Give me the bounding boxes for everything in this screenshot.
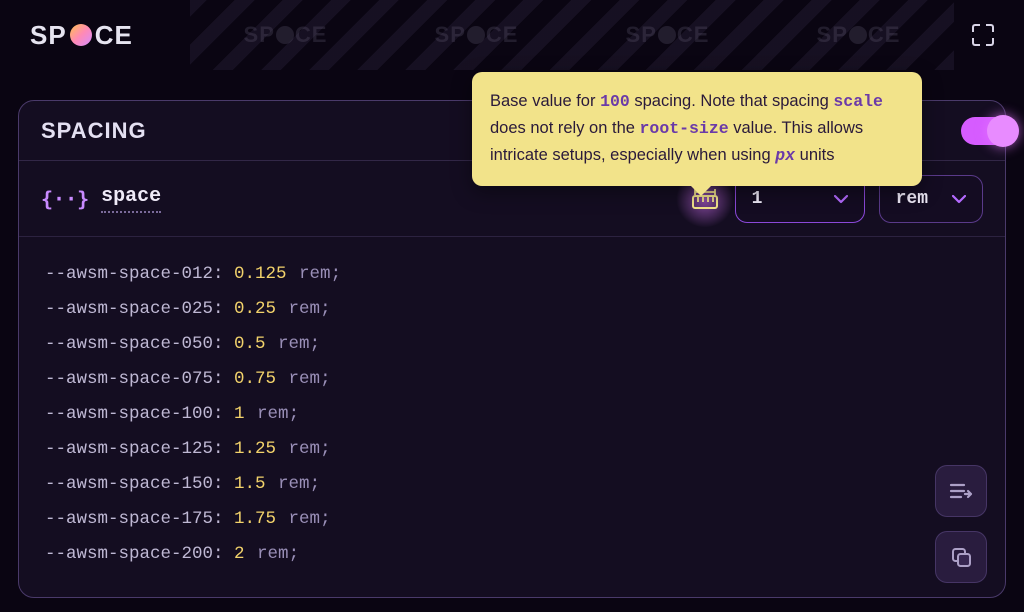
chevron-down-icon [834,195,848,203]
token-line: --awsm-space-075: 0.75 rem; [45,362,979,397]
brand-suffix: CE [95,20,133,51]
brand-logo[interactable]: SP CE [30,20,133,51]
copy-button[interactable] [935,531,987,583]
token-value: 2 [234,544,245,564]
brand-dot-icon [70,24,92,46]
token-unit: rem [268,474,310,494]
token-unit: rem [268,334,310,354]
panel-title: SPACING [41,118,147,144]
token-unit: rem [278,299,320,319]
token-unit: rem [278,439,320,459]
token-unit: rem [289,264,331,284]
token-name: --awsm-space-025: [45,299,234,319]
token-unit: rem [278,369,320,389]
token-name: --awsm-space-050: [45,334,234,354]
side-actions [935,465,987,583]
token-name: --awsm-space-125: [45,439,234,459]
export-button[interactable] [935,465,987,517]
token-value: 1.75 [234,509,276,529]
token-name: --awsm-space-012: [45,264,234,284]
unit-text: rem [896,189,928,209]
brand-prefix: SP [30,20,67,51]
token-name: --awsm-space-075: [45,369,234,389]
token-value: 1 [234,404,245,424]
token-value: 0.125 [234,264,287,284]
braces-icon: {··} [41,187,89,211]
copy-icon [950,546,972,568]
base-value-text: 1 [752,189,763,209]
token-line: --awsm-space-175: 1.75 rem; [45,502,979,537]
token-name: --awsm-space-175: [45,509,234,529]
token-name: --awsm-space-100: [45,404,234,424]
token-name: --awsm-space-200: [45,544,234,564]
code-output: --awsm-space-012: 0.125 rem;--awsm-space… [19,237,1005,592]
token-value: 0.25 [234,299,276,319]
token-unit: rem [278,509,320,529]
token-value: 0.5 [234,334,266,354]
token-line: --awsm-space-025: 0.25 rem; [45,292,979,327]
token-value: 0.75 [234,369,276,389]
token-name-input[interactable]: space [101,185,161,213]
token-value: 1.5 [234,474,266,494]
token-line: --awsm-space-100: 1 rem; [45,397,979,432]
export-icon [949,481,973,501]
token-line: --awsm-space-050: 0.5 rem; [45,327,979,362]
chevron-down-icon [952,195,966,203]
token-value: 1.25 [234,439,276,459]
base-value-tooltip: Base value for 100 spacing. Note that sp… [472,72,922,186]
token-unit: rem [247,404,289,424]
panel-toggle[interactable] [961,117,1017,145]
token-line: --awsm-space-012: 0.125 rem; [45,257,979,292]
toggle-knob [987,115,1019,147]
token-line: --awsm-space-125: 1.25 rem; [45,432,979,467]
token-line: --awsm-space-150: 1.5 rem; [45,467,979,502]
app-header: SP CE SPCE SPCE SPCE SPCE [0,0,1024,70]
fullscreen-icon[interactable] [972,24,994,46]
token-unit: rem [247,544,289,564]
ghost-logos: SPCE SPCE SPCE SPCE [190,0,954,70]
token-name: --awsm-space-150: [45,474,234,494]
token-line: --awsm-space-200: 2 rem; [45,537,979,572]
